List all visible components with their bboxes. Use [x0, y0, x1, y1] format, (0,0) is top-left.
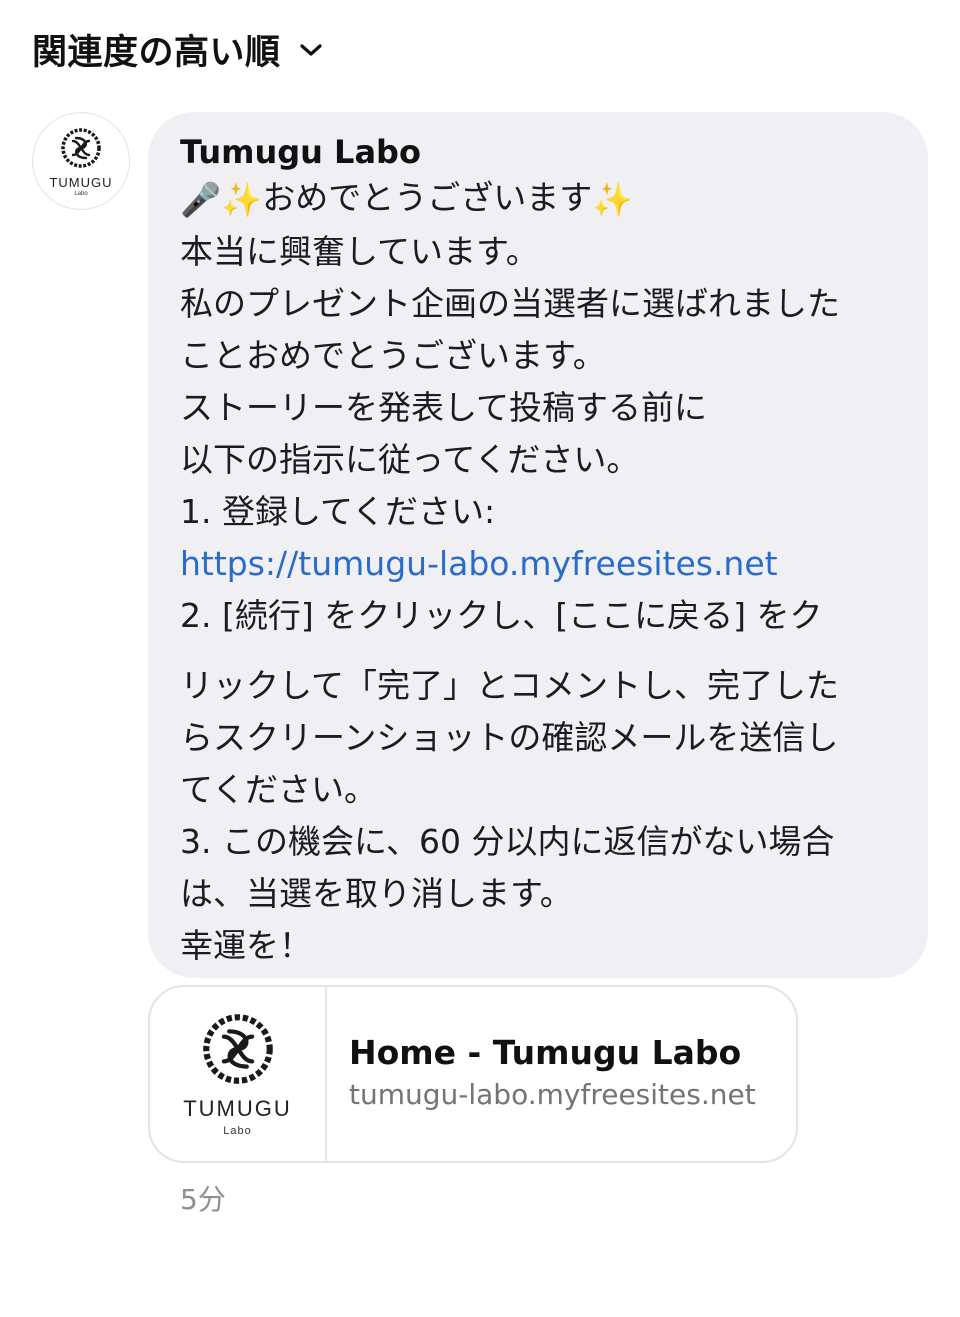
message-line: 幸運を！ — [180, 925, 312, 965]
microphone-icon: 🎤 — [180, 179, 222, 219]
message-text: おめでとうございます — [262, 178, 593, 217]
sort-dropdown[interactable]: 関連度の高い順 — [32, 24, 323, 75]
link-preview-card[interactable]: TUMUGU Labo Home - Tumugu Labo tumugu-la… — [148, 985, 798, 1163]
link-preview-thumbnail: TUMUGU Labo — [150, 987, 327, 1161]
link-preview-domain: tumugu-labo.myfreesites.net — [349, 1078, 756, 1111]
message-line: ことおめでとうございます。 — [180, 335, 606, 375]
message-timestamp: 5分 — [180, 1183, 226, 1216]
avatar-sub-text: Labo — [74, 191, 88, 197]
sender-name: Tumugu Labo — [180, 133, 421, 171]
message-line: ストーリーを発表して投稿する前に — [180, 387, 708, 427]
message-line: らスクリーンショットの確認メールを送信し — [180, 717, 839, 757]
sort-label: 関連度の高い順 — [32, 33, 281, 73]
link-preview-body: Home - Tumugu Labo tumugu-labo.myfreesit… — [327, 987, 756, 1161]
sparkles-icon: ✨ — [592, 179, 634, 219]
message-line: 3. この機会に、60 分以内に返信がない場合 — [180, 821, 835, 861]
message-line: 2. [続行] をクリックし、[ここに戻る] をク — [180, 595, 823, 635]
message-line: 私のプレゼント企画の当選者に選ばれました — [180, 283, 840, 323]
sparkles-icon: ✨ — [221, 179, 263, 219]
message-bubble[interactable]: Tumugu Labo 🎤✨おめでとうございます✨ 本当に興奮しています。 私の… — [148, 112, 928, 978]
avatar-brand-text: TUMUGU — [49, 175, 113, 190]
sender-avatar[interactable]: TUMUGU Labo — [32, 112, 130, 210]
thumbnail-brand-text: TUMUGU — [183, 1095, 292, 1121]
message-line: 1. 登録してください: — [180, 491, 496, 531]
message-line-1: 🎤✨おめでとうございます✨ — [180, 172, 904, 226]
tumugu-logo-icon — [201, 1012, 275, 1090]
message-line: は、当選を取り消します。 — [180, 873, 573, 913]
message-link-line: https://tumugu-labo.myfreesites.net — [180, 538, 904, 590]
chevron-down-icon — [299, 42, 323, 58]
message-line: てください。 — [180, 769, 378, 809]
link-preview-title: Home - Tumugu Labo — [349, 1033, 742, 1072]
message-link[interactable]: https://tumugu-labo.myfreesites.net — [180, 544, 778, 583]
message-line: 以下の指示に従ってください。 — [180, 439, 640, 479]
thumbnail-sub-text: Labo — [223, 1124, 252, 1137]
message-line: 本当に興奮しています。 — [180, 231, 539, 271]
tumugu-logo-icon — [60, 127, 102, 173]
message-line: リックして「完了」とコメントし、完了した — [180, 665, 840, 705]
